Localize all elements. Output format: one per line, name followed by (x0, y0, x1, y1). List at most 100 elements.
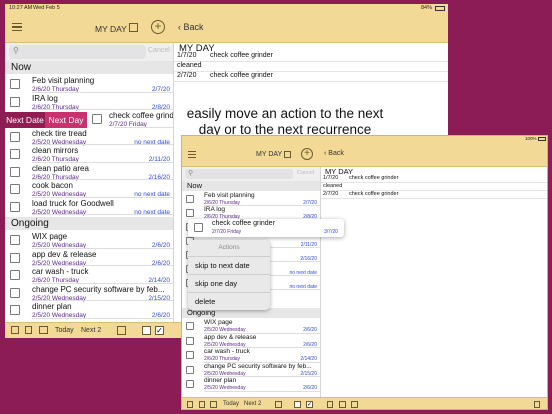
list-item[interactable]: WIX page 2/5/20 Wednesday 2/6/20 (5, 231, 173, 249)
hamburger-menu-icon[interactable] (12, 23, 22, 31)
checkbox-filter-icon[interactable] (294, 401, 301, 408)
detail-print-icon[interactable] (339, 401, 346, 408)
add-circle-icon[interactable]: + (301, 148, 313, 160)
share-icon[interactable] (199, 401, 205, 408)
row-checkbox[interactable] (186, 195, 194, 203)
page-title: MY DAY (95, 24, 127, 34)
row-checkbox[interactable] (10, 149, 20, 159)
info-icon[interactable] (187, 401, 193, 408)
row-title: change PC security software by feb... (204, 362, 312, 370)
row-checkbox[interactable] (10, 305, 20, 315)
info-icon[interactable] (11, 326, 19, 334)
note-rule (321, 182, 547, 183)
list-view-icon[interactable] (117, 326, 126, 335)
row-checkbox[interactable] (10, 201, 20, 212)
battery-icon (435, 6, 445, 11)
list-item[interactable]: dinner plan 2/5/20 Wednesday 2/6/20 (182, 377, 320, 392)
calendar-icon[interactable] (129, 23, 138, 32)
row-checkbox[interactable] (10, 131, 20, 142)
calendar-icon[interactable] (284, 151, 291, 158)
menu-skip-to-next-date[interactable]: skip to next date (188, 256, 270, 274)
back-button[interactable]: ‹ Back (324, 150, 344, 157)
today-button[interactable]: Today (223, 401, 239, 407)
row-title: app dev & release (32, 249, 97, 259)
row-title: WIX page (32, 232, 68, 241)
row-checkbox[interactable] (10, 96, 20, 107)
note-rule (174, 81, 448, 82)
row-checkbox[interactable] (186, 365, 194, 374)
list-item[interactable]: car wash - truck 2/6/20 Thursday 2/14/20 (5, 266, 173, 284)
checkmark-filter-icon[interactable]: ✓ (306, 401, 313, 408)
list-item[interactable]: dinner plan 2/5/20 Wednesday 2/6/20 (5, 301, 173, 319)
note-text: check coffee grinder (210, 72, 273, 79)
row-checkbox[interactable] (10, 252, 20, 263)
list-item[interactable]: cook bacon 2/5/20 Wednesday no next date (5, 180, 173, 198)
row-checkbox[interactable] (10, 166, 20, 177)
detail-share-icon[interactable] (327, 401, 333, 408)
row-checkbox[interactable] (194, 223, 203, 232)
search-icon: ⚲ (188, 170, 194, 177)
detail-photo-icon[interactable] (351, 401, 358, 408)
list-item[interactable]: WIX page 2/5/20 Wednesday 2/6/20 (182, 319, 320, 334)
row-checkbox[interactable] (186, 336, 194, 345)
search-input[interactable]: ⚲ (9, 45, 146, 59)
row-checkbox[interactable] (10, 79, 20, 89)
list-item[interactable]: car wash - truck 2/6/20 Thursday 2/14/20 (182, 348, 320, 363)
trash-icon[interactable] (534, 401, 540, 408)
row-title: dinner plan (204, 377, 237, 384)
row-checkbox[interactable] (10, 184, 20, 194)
row-checkbox[interactable] (10, 287, 20, 298)
row-checkbox[interactable] (186, 322, 194, 330)
row-title: check coffee grinder (212, 220, 275, 227)
print-icon[interactable] (210, 401, 217, 408)
row-due: 3/7/20 (324, 229, 338, 235)
row-checkbox[interactable] (186, 209, 194, 217)
share-icon[interactable] (25, 326, 32, 334)
row-separator (32, 317, 173, 319)
row-checkbox[interactable] (186, 380, 194, 388)
next2-button[interactable]: Next 2 (244, 401, 261, 407)
list-item[interactable]: app dev & release 2/5/20 Wednesday 2/6/20 (5, 249, 173, 267)
menu-skip-one-day[interactable]: skip one day (188, 274, 270, 292)
checkmark-filter-icon[interactable]: ✓ (155, 326, 164, 335)
next-date-button[interactable]: Next Date (5, 112, 45, 128)
list-item[interactable]: check coffee grinder 2/7/20 Friday (87, 110, 181, 128)
list-view-icon[interactable] (275, 401, 282, 408)
list-item[interactable]: clean mirrors 2/6/20 Thursday 2/11/20 (5, 145, 173, 163)
next-day-button[interactable]: Next Day (45, 112, 87, 128)
row-title: Feb visit planning (32, 76, 95, 85)
list-item[interactable]: load truck for Goodwell 2/5/20 Wednesday n… (5, 198, 173, 216)
section-header-now: Now (5, 61, 173, 74)
checkbox-filter-icon[interactable] (142, 326, 151, 335)
list-item[interactable]: Feb visit planning 2/6/20 Thursday 2/7/20 (5, 75, 173, 93)
row-checkbox[interactable] (10, 235, 20, 245)
lifted-action-row[interactable]: check coffee grinder 2/7/20 Friday 3/7/2… (188, 219, 344, 237)
list-item[interactable]: change PC security software by feb... 2/5… (182, 362, 320, 377)
list-item[interactable]: Feb visit planning 2/6/20 Thursday 2/7/20 (182, 192, 320, 206)
hamburger-menu-icon[interactable] (188, 151, 196, 158)
note-text: check coffee grinder (210, 52, 273, 59)
search-input[interactable]: ⚲ (185, 169, 293, 179)
list-item[interactable]: clean patio area 2/6/20 Thursday 2/16/20 (5, 163, 173, 181)
row-title: Feb visit planning (204, 192, 255, 199)
search-cancel-button[interactable]: Cancel (297, 170, 314, 176)
back-button[interactable]: ‹ Back (178, 22, 204, 32)
list-item[interactable]: app dev & release 2/5/20 Wednesday 2/6/20 (182, 334, 320, 348)
list-item[interactable]: check tire tread 2/5/20 Wednesday no next … (5, 128, 173, 146)
list-item[interactable]: change PC security software by feb... 2/5… (5, 284, 173, 302)
menu-delete[interactable]: delete (188, 292, 270, 310)
battery-percent: 100% (525, 136, 537, 141)
next2-button[interactable]: Next 2 (81, 327, 101, 334)
list-item[interactable]: IRA log 2/6/20 Thursday 2/8/20 (5, 93, 173, 111)
list-item[interactable]: IRA log 2/6/20 Thursday 2/8/20 (182, 206, 320, 220)
note-rule (321, 198, 547, 199)
print-icon[interactable] (39, 326, 48, 334)
row-checkbox[interactable] (92, 114, 102, 124)
row-checkbox[interactable] (186, 351, 194, 359)
add-circle-icon[interactable]: + (151, 20, 165, 34)
note-date: 2/7/20 (323, 191, 339, 197)
today-button[interactable]: Today (55, 327, 74, 334)
search-cancel-button[interactable]: Cancel (148, 47, 170, 54)
note-date: 2/7/20 (177, 72, 197, 79)
row-checkbox[interactable] (10, 270, 20, 280)
